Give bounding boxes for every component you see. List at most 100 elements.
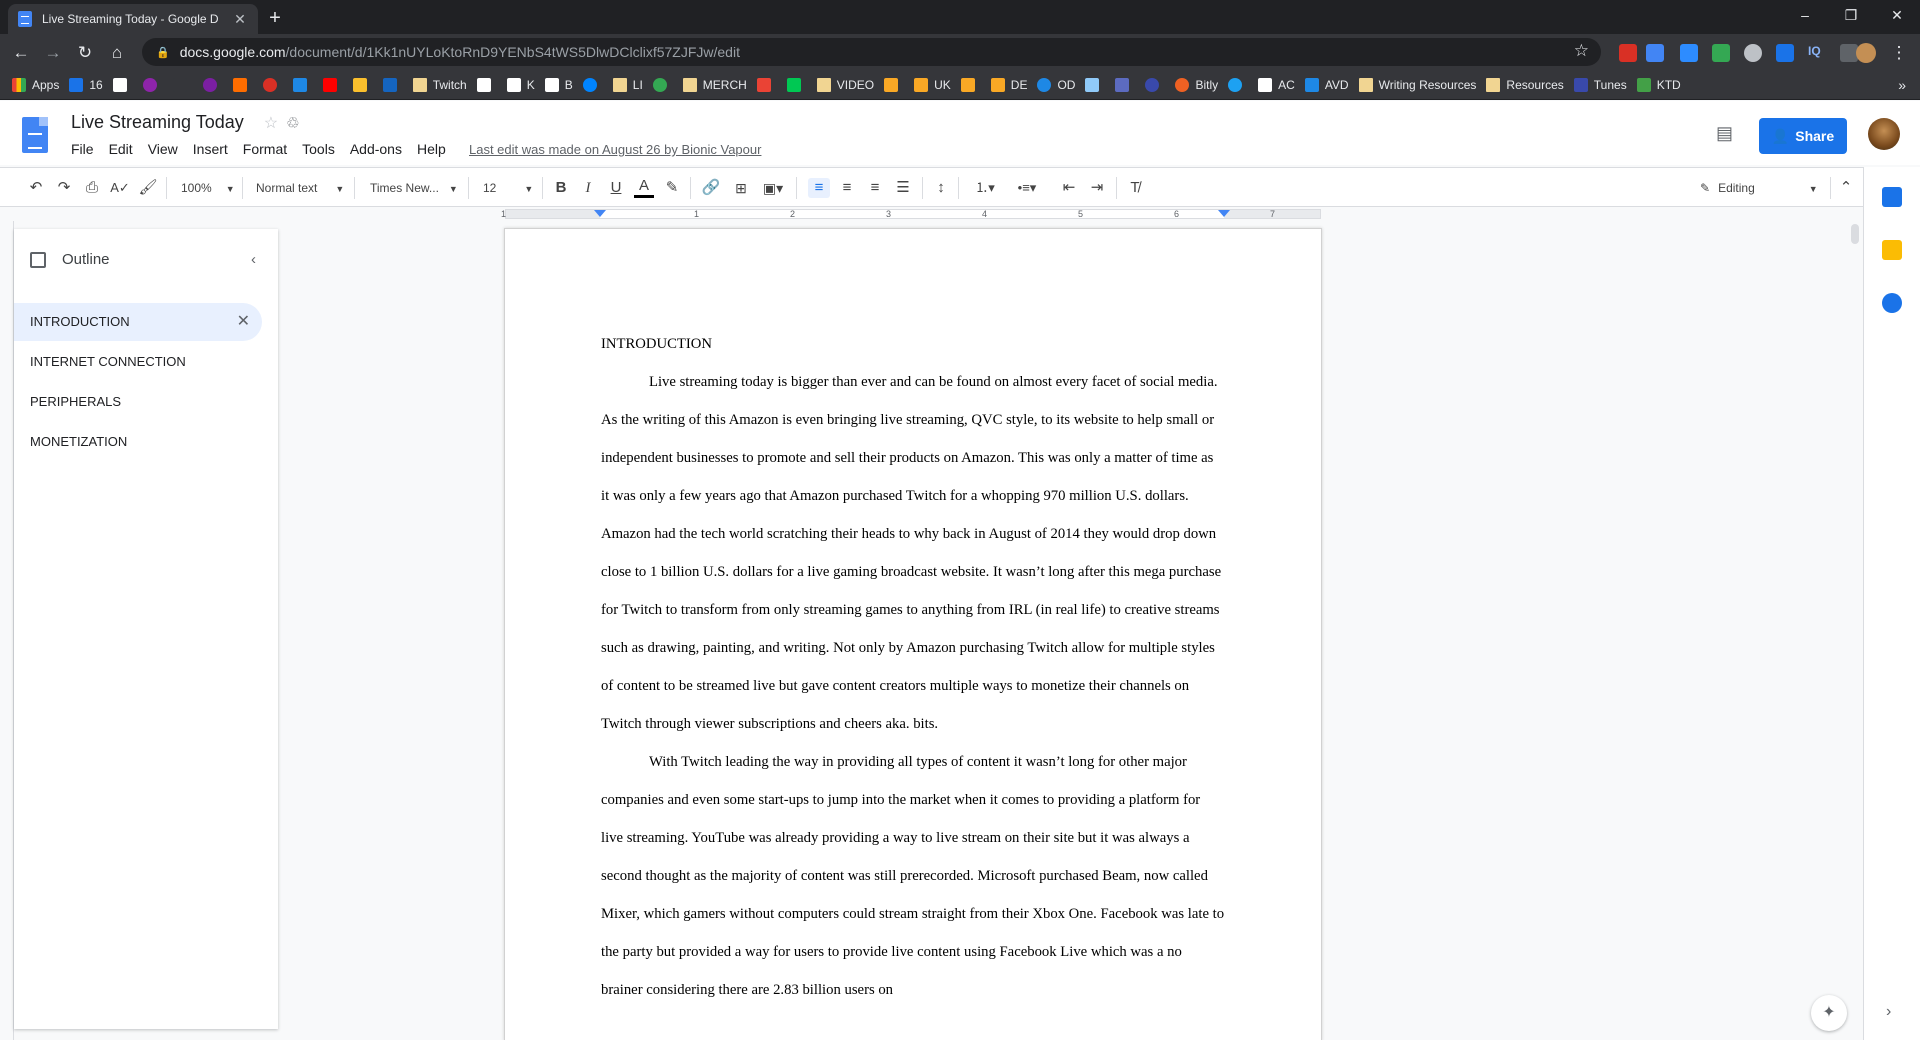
align-left-icon[interactable]: ≡ — [808, 178, 830, 198]
bookmark-ktd[interactable]: KTD — [1636, 77, 1681, 92]
bookmark[interactable] — [652, 77, 673, 92]
font-size-select[interactable]: 12 ▼ — [483, 178, 535, 198]
right-indent-marker[interactable] — [1218, 210, 1230, 217]
document-title[interactable]: Live Streaming Today ☆ ♲ — [71, 112, 300, 133]
numbered-list-icon[interactable]: ⒈▾ — [968, 178, 1002, 198]
extension-icon[interactable] — [1712, 44, 1730, 62]
menu-help[interactable]: Help — [409, 141, 454, 157]
show-side-panel-chevron-icon[interactable]: › — [1886, 1003, 1891, 1021]
align-center-icon[interactable]: ≡ — [836, 178, 858, 198]
extension-icon[interactable] — [1776, 44, 1794, 62]
menu-file[interactable]: File — [63, 141, 102, 157]
bookmark-merch[interactable]: MERCH — [682, 77, 747, 92]
home-icon[interactable]: ⌂ — [104, 40, 130, 66]
bookmark-li[interactable]: LI — [612, 77, 643, 92]
bookmark-ac[interactable]: AC — [1258, 77, 1295, 92]
star-icon[interactable]: ☆ — [264, 115, 278, 132]
paragraph[interactable]: Live streaming today is bigger than ever… — [601, 363, 1225, 743]
bookmark[interactable] — [1085, 77, 1105, 92]
font-select[interactable]: Times New... ▼ — [370, 178, 458, 198]
google-docs-logo-icon[interactable] — [22, 117, 48, 153]
menu-edit[interactable]: Edit — [101, 141, 141, 157]
paragraph[interactable]: With Twitch leading the way in providing… — [601, 743, 1225, 1009]
explore-button[interactable]: ✦ — [1811, 995, 1847, 1031]
bookmark-youtube[interactable] — [322, 77, 343, 92]
bookmark-video[interactable]: VIDEO — [816, 77, 874, 92]
move-to-folder-icon[interactable]: ♲ — [286, 115, 299, 132]
tab-close-icon[interactable]: ✕ — [232, 11, 248, 28]
menu-insert[interactable]: Insert — [185, 141, 236, 157]
bookmark[interactable] — [960, 77, 981, 92]
extension-icon[interactable] — [1744, 44, 1762, 62]
bookmark[interactable] — [262, 77, 283, 92]
extension-icon[interactable] — [1646, 44, 1664, 62]
redo-icon[interactable]: ↷ — [54, 178, 74, 198]
insert-link-icon[interactable]: 🔗 — [700, 178, 722, 198]
italic-icon[interactable]: I — [578, 178, 598, 198]
menu-add-ons[interactable]: Add-ons — [342, 141, 410, 157]
bookmark-bitly[interactable]: Bitly — [1175, 77, 1218, 92]
bookmark-avd[interactable]: AVD — [1304, 77, 1349, 92]
bookmark[interactable] — [884, 77, 904, 92]
left-indent-marker[interactable] — [594, 210, 606, 217]
forward-icon[interactable]: → — [40, 40, 66, 66]
bookmark[interactable] — [352, 77, 373, 92]
bookmark[interactable] — [112, 77, 133, 92]
menu-view[interactable]: View — [140, 141, 186, 157]
close-outline-chevron-icon[interactable]: ‹ — [251, 251, 256, 268]
bookmark-resources[interactable]: Resources — [1486, 77, 1564, 92]
zoom-extension-icon[interactable] — [1680, 44, 1698, 62]
bookmark[interactable] — [202, 77, 223, 92]
bookmark-star-icon[interactable]: ☆ — [1574, 41, 1589, 61]
insert-comment-icon[interactable]: ⊞ — [730, 178, 752, 198]
share-button[interactable]: 👤 Share — [1759, 118, 1847, 154]
outline-item-peripherals[interactable]: PERIPHERALS — [14, 383, 262, 421]
bulleted-list-icon[interactable]: •≡▾ — [1010, 178, 1044, 198]
bookmark-calendar[interactable]: 16 — [69, 77, 103, 92]
bookmark-b[interactable]: B — [544, 77, 573, 92]
zoom-select[interactable]: 100% ▼ — [181, 178, 237, 198]
align-justify-icon[interactable]: ☰ — [892, 178, 914, 198]
browser-tab[interactable]: Live Streaming Today - Google D ✕ — [8, 4, 258, 34]
bookmark[interactable] — [1145, 77, 1165, 92]
outline-item-introduction[interactable]: INTRODUCTION ✕ — [14, 303, 262, 341]
bookmark-apps[interactable]: Apps — [12, 77, 59, 92]
bookmark[interactable] — [1115, 77, 1135, 92]
tasks-icon[interactable] — [1882, 293, 1902, 313]
hide-menus-chevron-up-icon[interactable]: ⌃ — [1836, 178, 1856, 198]
ruler-bar[interactable] — [505, 209, 1321, 219]
bookmark-twitter[interactable] — [1228, 77, 1248, 92]
text-color-icon[interactable]: A — [634, 178, 654, 198]
bookmark[interactable] — [172, 77, 193, 92]
bookmark-twitch[interactable]: Twitch — [412, 77, 467, 92]
scrollbar-thumb[interactable] — [1851, 224, 1859, 244]
bookmark[interactable] — [292, 77, 313, 92]
menu-tools[interactable]: Tools — [294, 141, 343, 157]
document-body[interactable]: INTRODUCTION Live streaming today is big… — [601, 325, 1225, 1009]
insert-image-icon[interactable]: ▣▾ — [758, 178, 788, 198]
bookmark-de[interactable]: DE — [990, 77, 1027, 92]
remove-from-outline-icon[interactable]: ✕ — [237, 303, 250, 341]
underline-icon[interactable]: U — [606, 178, 626, 198]
calendar-icon[interactable] — [1882, 187, 1902, 207]
spellcheck-icon[interactable]: A✓ — [110, 178, 130, 198]
bookmark[interactable] — [786, 77, 807, 92]
menu-format[interactable]: Format — [235, 141, 295, 157]
close-window-button[interactable]: ✕ — [1874, 0, 1920, 30]
align-right-icon[interactable]: ≡ — [864, 178, 886, 198]
profile-avatar[interactable] — [1856, 43, 1876, 63]
last-edit-link[interactable]: Last edit was made on August 26 by Bioni… — [469, 142, 761, 157]
comment-history-icon[interactable]: ▤ — [1716, 123, 1738, 143]
bookmark-uk[interactable]: UK — [914, 77, 951, 92]
line-spacing-icon[interactable]: ↕ — [930, 178, 952, 198]
new-tab-button[interactable]: + — [262, 5, 288, 31]
heading-introduction[interactable]: INTRODUCTION — [601, 325, 1225, 363]
restore-button[interactable]: ❐ — [1828, 0, 1874, 30]
paint-format-icon[interactable]: 🖌 — [138, 178, 158, 198]
bookmark-tunes[interactable]: Tunes — [1573, 77, 1627, 92]
minimize-button[interactable]: – — [1782, 0, 1828, 30]
editing-mode-select[interactable]: ✎ Editing ▼ — [1700, 178, 1820, 198]
bookmark[interactable] — [142, 77, 163, 92]
keep-icon[interactable] — [1882, 240, 1902, 260]
paragraph-style-select[interactable]: Normal text ▼ — [256, 178, 348, 198]
